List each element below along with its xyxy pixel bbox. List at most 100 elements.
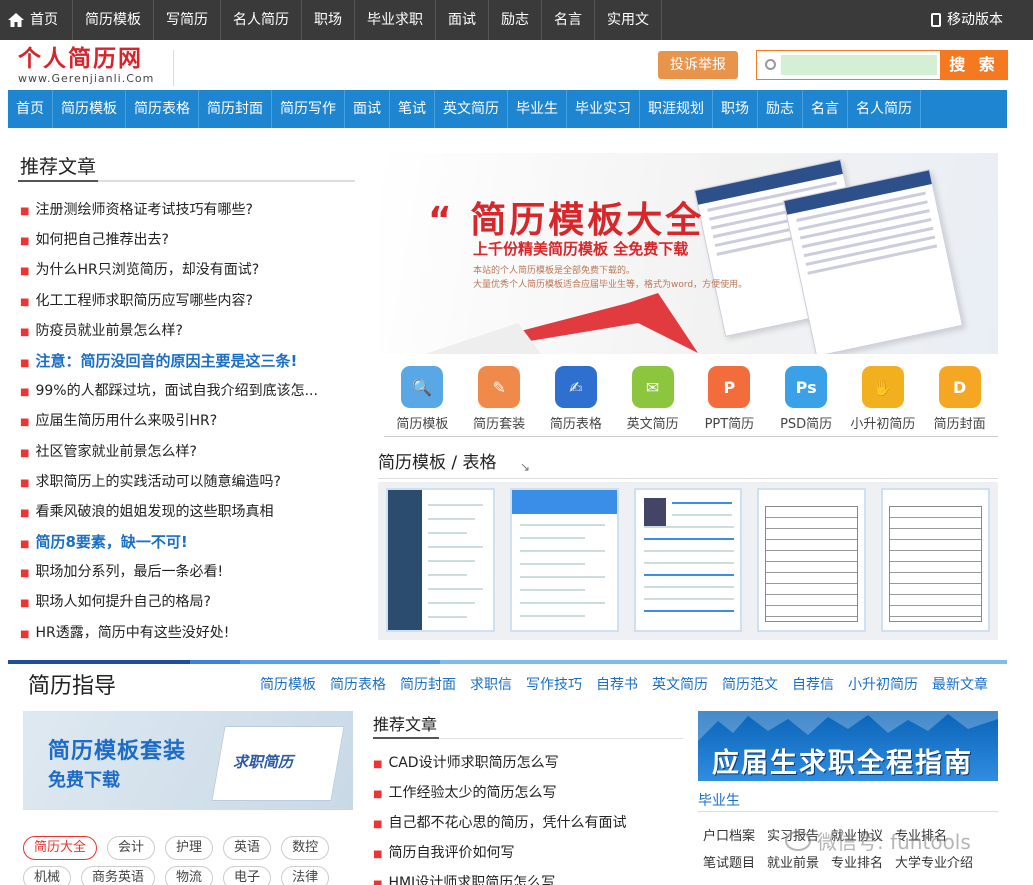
topbar-link[interactable]: 励志 [489,0,542,40]
tag-button[interactable]: 商务英语 [81,866,156,885]
site-logo[interactable]: 个人简历网 www.Gerenjianli.Com [18,46,178,90]
guide-link[interactable]: 简历范文 [722,674,778,694]
category-english-doc[interactable]: ✉ 英文简历 [614,364,691,436]
guide-link[interactable]: 写作技巧 [526,674,582,694]
guide-link[interactable]: 自荐信 [792,674,834,694]
expand-arrow-icon[interactable]: ↘ [520,460,530,474]
cover-d-icon: D [938,366,981,408]
graduate-link[interactable]: 户口档案 [703,825,755,844]
topbar-link[interactable]: 写简历 [154,0,221,40]
guide-link[interactable]: 简历表格 [330,674,386,694]
recommend-article-link[interactable]: ■ 为什么HR只浏览简历，却没有面试? [20,256,350,286]
nav-item[interactable]: 简历封面 [199,90,272,128]
topbar-link[interactable]: 简历模板 [73,0,154,40]
nav-item[interactable]: 毕业生 [508,90,567,128]
category-hands[interactable]: ✋ 小升初简历 [845,364,922,436]
tag-button[interactable]: 物流 [165,866,214,885]
nav-item[interactable]: 名言 [803,90,848,128]
recommend-article-link[interactable]: ■ 注意：简历没回音的原因主要是这三条! [20,347,350,377]
category-table-pen[interactable]: ✍ 简历表格 [538,364,615,436]
recommend-article-link[interactable]: ■ 社区管家就业前景怎么样? [20,438,350,468]
recommend2-article-link[interactable]: ■ HMI设计师求职简历怎么写 [373,870,626,885]
recommend-article-link[interactable]: ■ 看乘风破浪的姐姐发现的这些职场真相 [20,498,350,528]
category-cover-d[interactable]: D 简历封面 [921,364,998,436]
guide-link[interactable]: 自荐书 [596,674,638,694]
graduate-guide-promo[interactable]: 应届生求职全程指南 [698,711,998,781]
graduate-link[interactable]: 笔试题目 [703,852,755,871]
graduate-tab-divider [698,811,998,812]
template-thumbnail[interactable] [881,488,990,632]
recommend-article-link[interactable]: ■ 99%的人都踩过坑，面试自我介绍到底该怎... [20,377,350,407]
topbar-link[interactable]: 名言 [542,0,595,40]
template-thumbnail[interactable] [509,488,619,632]
recommend2-article-link[interactable]: ■ 简历自我评价如何写 [373,840,626,870]
recommend-article-link[interactable]: ■ 如何把自己推荐出去? [20,226,350,256]
topbar-link[interactable]: 面试 [436,0,489,40]
topbar-link[interactable]: 毕业求职 [355,0,436,40]
nav-item[interactable]: 笔试 [390,90,435,128]
tag-button[interactable]: 护理 [165,836,214,860]
divider-segment [8,660,190,664]
guide-link[interactable]: 简历模板 [260,674,316,694]
template-thumbnail[interactable] [633,488,743,632]
graduate-tab[interactable]: 毕业生 [698,790,740,810]
mobile-version-link[interactable]: 移动版本 [931,0,1003,40]
nav-item[interactable]: 职涯规划 [640,90,713,128]
thumb-line-shape [671,514,732,516]
resume-template-banner[interactable]: “ 简历模板大全 上千份精美简历模板 全免费下载 本站的个人简历模板是全部免费下… [378,153,998,354]
guide-link[interactable]: 小升初简历 [848,674,918,694]
tag-button[interactable]: 法律 [281,866,330,885]
category-psd[interactable]: Ps PSD简历 [768,364,845,436]
recommend2-article-link[interactable]: ■ CAD设计师求职简历怎么写 [373,750,626,780]
nav-item[interactable]: 名人简历 [848,90,921,128]
article-title: 防疫员就业前景怎么样? [35,322,183,339]
nav-item[interactable]: 毕业实习 [567,90,640,128]
category-ppt[interactable]: P PPT简历 [691,364,768,436]
article-title: 简历自我评价如何写 [388,845,515,861]
recommend-article-link[interactable]: ■ 防疫员就业前景怎么样? [20,317,350,347]
nav-item[interactable]: 面试 [345,90,390,128]
search-button[interactable]: 搜 索 [940,50,1008,80]
topbar-link[interactable]: 名人简历 [221,0,302,40]
article-title: 注意：简历没回音的原因主要是这三条! [35,351,298,370]
recommend-article-link[interactable]: ■ 职场加分系列，最后一条必看! [20,558,350,588]
nav-item[interactable]: 简历写作 [272,90,345,128]
template-thumbnail[interactable] [757,488,867,632]
tag-button[interactable]: 简历大全 [23,836,98,860]
guide-link[interactable]: 简历封面 [400,674,456,694]
tag-button[interactable]: 机械 [23,866,72,885]
search-input[interactable] [781,55,937,75]
report-button[interactable]: 投诉举报 [658,51,738,79]
recommend2-article-link[interactable]: ■ 自己都不花心思的简历，凭什么有面试 [373,810,626,840]
template-set-promo[interactable]: 求职简历 简历模板套装 免费下载 [23,711,353,810]
topbar-link[interactable]: 职场 [302,0,355,40]
category-doc-set[interactable]: ✎ 简历套装 [461,364,538,436]
category-magnifier-doc[interactable]: 🔍 简历模板 [384,364,461,436]
tag-button[interactable]: 数控 [281,836,330,860]
recommend-article-link[interactable]: ■ 化工工程师求职简历应写哪些内容? [20,287,350,317]
template-thumbnail[interactable] [386,488,495,632]
recommend2-article-link[interactable]: ■ 工作经验太少的简历怎么写 [373,780,626,810]
thumb-line-shape [428,616,467,618]
guide-link[interactable]: 英文简历 [652,674,708,694]
tag-button[interactable]: 电子 [223,866,272,885]
nav-item[interactable]: 首页 [8,90,53,128]
recommend-article-link[interactable]: ■ 简历8要素，缺一不可! [20,528,350,558]
recommend-article-link[interactable]: ■ HR透露，简历中有这些没好处! [20,619,350,649]
topbar-home-link[interactable]: 首页 [0,0,73,40]
article-title: 如何把自己推荐出去? [35,232,169,249]
nav-item[interactable]: 简历表格 [126,90,199,128]
guide-link[interactable]: 最新文章 [932,674,988,694]
tag-button[interactable]: 英语 [223,836,272,860]
tag-button[interactable]: 会计 [107,836,156,860]
topbar-link[interactable]: 实用文 [595,0,662,40]
recommend-article-link[interactable]: ■ 求职简历上的实践活动可以随意编造吗? [20,468,350,498]
nav-item[interactable]: 英文简历 [435,90,508,128]
nav-item[interactable]: 励志 [758,90,803,128]
recommend-article-link[interactable]: ■ 职场人如何提升自己的格局? [20,588,350,618]
recommend-article-link[interactable]: ■ 注册测绘师资格证考试技巧有哪些? [20,196,350,226]
recommend-article-link[interactable]: ■ 应届生简历用什么来吸引HR? [20,407,350,437]
nav-item[interactable]: 职场 [713,90,758,128]
nav-item[interactable]: 简历模板 [53,90,126,128]
guide-link[interactable]: 求职信 [470,674,512,694]
